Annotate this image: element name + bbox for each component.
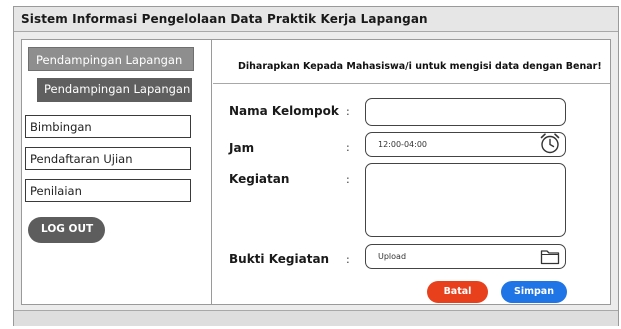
save-button[interactable]: Simpan (501, 281, 567, 303)
alarm-clock-icon[interactable] (538, 131, 562, 159)
bukti-kegiatan-upload[interactable]: Upload (365, 244, 566, 269)
nama-kelompok-colon: : (346, 105, 350, 118)
bukti-kegiatan-colon: : (346, 253, 350, 266)
window-footer (14, 310, 618, 326)
logout-button[interactable]: LOG OUT (28, 217, 105, 243)
window-title: Sistem Informasi Pengelolaan Data Prakti… (14, 7, 618, 32)
bukti-kegiatan-value: Upload (378, 252, 407, 261)
jam-label: Jam (229, 141, 255, 155)
jam-colon: : (346, 141, 350, 154)
sidebar-item-pendampingan-lapangan[interactable]: Pendampingan Lapangan (37, 78, 192, 102)
sidebar: Pendampingan Lapangan Pendampingan Lapan… (22, 40, 212, 304)
form-instruction: Diharapkan Kepada Mahasiswa/i untuk meng… (238, 61, 602, 72)
sidebar-item-pendaftaran-ujian[interactable]: Pendaftaran Ujian (25, 147, 191, 170)
app-window: Sistem Informasi Pengelolaan Data Prakti… (13, 6, 619, 326)
kegiatan-textarea[interactable] (365, 163, 566, 237)
cancel-button[interactable]: Batal (427, 281, 488, 303)
nama-kelompok-input[interactable] (365, 98, 566, 126)
folder-icon[interactable] (540, 248, 560, 269)
nama-kelompok-label: Nama Kelompok (229, 104, 339, 118)
divider (213, 83, 610, 84)
jam-value: 12:00-04:00 (378, 140, 427, 149)
kegiatan-colon: : (346, 173, 350, 186)
sidebar-header: Pendampingan Lapangan (28, 47, 194, 71)
bukti-kegiatan-label: Bukti Kegiatan (229, 252, 330, 266)
content-panel: Pendampingan Lapangan Pendampingan Lapan… (21, 39, 611, 305)
kegiatan-label: Kegiatan (229, 172, 290, 186)
jam-input[interactable]: 12:00-04:00 (365, 132, 566, 157)
sidebar-item-bimbingan[interactable]: Bimbingan (25, 115, 191, 138)
sidebar-item-penilaian[interactable]: Penilaian (25, 179, 191, 202)
